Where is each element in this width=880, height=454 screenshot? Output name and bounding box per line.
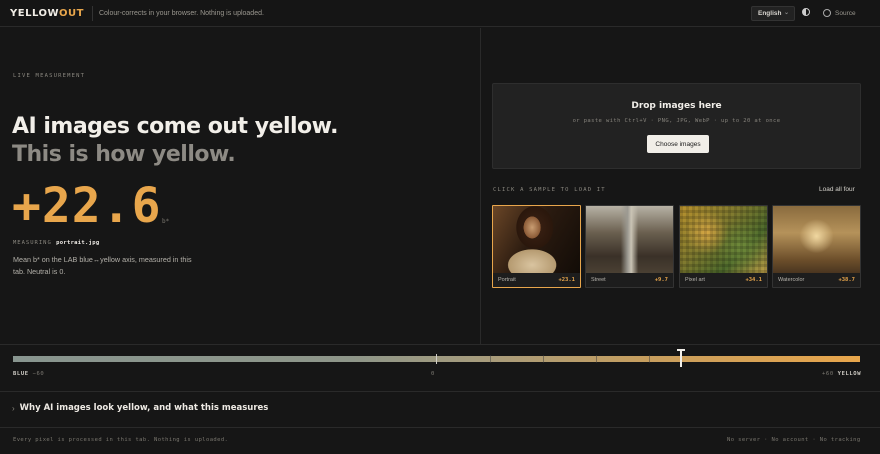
- scale-max-label: +60 YELLOW: [822, 371, 862, 377]
- watercolor-thumbnail: [773, 206, 860, 273]
- portrait-thumbnail: [493, 206, 580, 273]
- card-footer: Watercolor +38.7: [773, 272, 860, 287]
- sample-cards: Portrait +23.1 Street +9.7 Pixel art +34…: [492, 205, 862, 288]
- live-measurement-eyebrow: LIVE MEASUREMENT: [13, 73, 86, 79]
- section-divider: [480, 28, 481, 344]
- pixel-art-thumbnail: [680, 206, 767, 273]
- sample-value: +34.1: [745, 276, 762, 283]
- theme-toggle-icon[interactable]: [802, 8, 810, 16]
- scale-zero-tick: [436, 354, 437, 364]
- sample-name: Portrait: [498, 276, 516, 283]
- sample-name: Pixel art: [685, 276, 705, 283]
- source-label: Source: [835, 9, 856, 17]
- sample-name: Street: [591, 276, 606, 283]
- street-thumbnail: [586, 206, 673, 273]
- measuring-file: MEASURING portrait.jpg: [13, 240, 99, 246]
- card-footer: Portrait +23.1: [493, 272, 580, 287]
- sample-value: +9.7: [654, 276, 668, 283]
- card-footer: Pixel art +34.1: [680, 272, 767, 287]
- app-header: YELLOWOUT Colour-corrects in your browse…: [0, 0, 880, 27]
- samples-label: CLICK A SAMPLE TO LOAD IT: [493, 187, 606, 193]
- sample-value: +38.7: [838, 276, 855, 283]
- headline-primary: AI images come out yellow.: [12, 114, 338, 139]
- scale-tick: [596, 355, 597, 363]
- scale-marker: [680, 349, 682, 367]
- language-label: English: [758, 10, 782, 17]
- scale-mid-label: 0: [431, 371, 435, 377]
- measuring-filename: portrait.jpg: [56, 240, 100, 246]
- image-dropzone[interactable]: Drop images here or paste with Ctrl+V · …: [492, 83, 861, 169]
- measurement-unit: b*: [162, 218, 170, 225]
- scale-tick: [543, 355, 544, 363]
- logo[interactable]: YELLOWOUT: [10, 8, 84, 19]
- yellow-measurement-value: +22.6: [12, 178, 162, 234]
- sample-card-portrait[interactable]: Portrait +23.1: [492, 205, 581, 288]
- divider: [0, 427, 880, 428]
- measuring-label: MEASURING: [13, 240, 52, 246]
- chevron-down-icon: ⌄: [783, 10, 789, 16]
- choose-images-button[interactable]: Choose images: [647, 135, 709, 153]
- sample-card-street[interactable]: Street +9.7: [585, 205, 674, 288]
- headline-secondary: This is how yellow.: [12, 142, 236, 167]
- scale-tick: [649, 355, 650, 363]
- sample-card-pixel-art[interactable]: Pixel art +34.1: [679, 205, 768, 288]
- tagline: Colour-corrects in your browser. Nothing…: [98, 9, 264, 17]
- divider: [0, 344, 880, 345]
- sample-value: +23.1: [558, 276, 575, 283]
- dropzone-title: Drop images here: [631, 101, 722, 111]
- footer-privacy-note: Every pixel is processed in this tab. No…: [13, 437, 229, 443]
- dropzone-subtitle: or paste with Ctrl+V · PNG, JPG, WebP · …: [572, 118, 781, 124]
- load-all-button[interactable]: Load all four: [819, 186, 855, 193]
- divider: [0, 391, 880, 392]
- card-footer: Street +9.7: [586, 272, 673, 287]
- sample-card-watercolor[interactable]: Watercolor +38.7: [772, 205, 861, 288]
- github-icon: [823, 9, 831, 17]
- why-yellow-title: Why AI images look yellow, and what this…: [19, 403, 269, 413]
- measurement-description: Mean b* on the LAB blue↔yellow axis, mea…: [13, 255, 192, 276]
- sample-name: Watercolor: [778, 276, 805, 283]
- language-select[interactable]: English ⌄: [751, 6, 795, 21]
- header-divider: [91, 5, 93, 21]
- scale-min-label: BLUE −60: [13, 371, 45, 377]
- why-yellow-disclosure[interactable]: › Why AI images look yellow, and what th…: [12, 403, 268, 413]
- footer-badges: No server · No account · No tracking: [727, 437, 861, 443]
- scale-tick: [490, 355, 491, 363]
- source-link[interactable]: Source: [823, 9, 856, 17]
- chevron-right-icon: ›: [12, 403, 15, 413]
